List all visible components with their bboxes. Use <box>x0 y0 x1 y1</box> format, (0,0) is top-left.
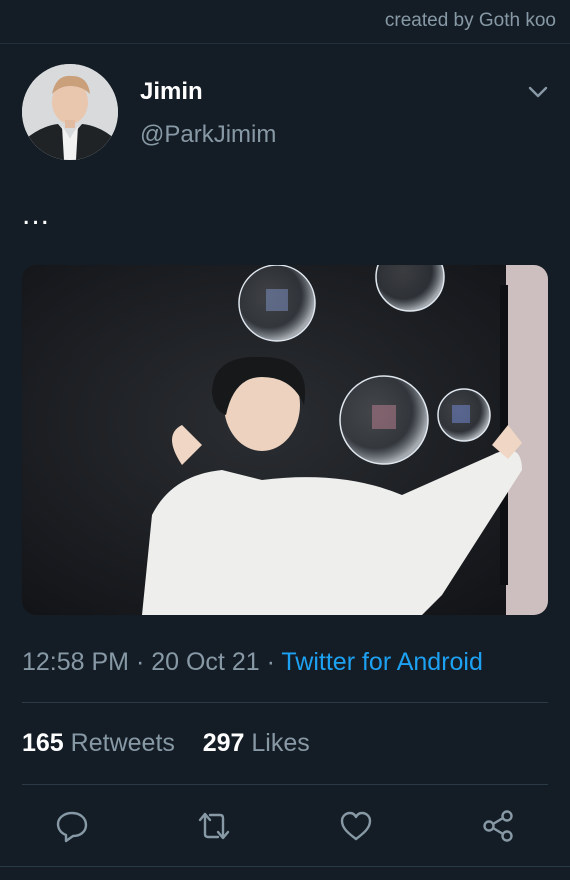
tweet-stats: 165 Retweets 297 Likes <box>22 729 310 758</box>
author-name[interactable]: Jimin <box>140 78 203 106</box>
tweet-photo[interactable] <box>22 265 548 615</box>
likes-stat[interactable]: 297 Likes <box>203 729 310 757</box>
divider <box>0 43 570 44</box>
photo-image <box>22 265 548 615</box>
likes-label: Likes <box>251 729 310 757</box>
divider <box>22 784 548 785</box>
watermark: created by Goth koo <box>384 10 556 31</box>
separator: · <box>129 648 152 676</box>
retweet-icon[interactable] <box>196 808 232 844</box>
divider <box>0 866 570 867</box>
tweet-date: 20 Oct 21 <box>151 648 260 676</box>
retweets-label: Retweets <box>70 729 175 757</box>
avatar-image <box>22 64 118 160</box>
share-icon[interactable] <box>480 808 516 844</box>
tweet-text: ... <box>22 198 51 231</box>
action-bar <box>0 800 570 850</box>
retweets-stat[interactable]: 165 Retweets <box>22 729 175 757</box>
divider <box>22 702 548 703</box>
likes-count: 297 <box>202 729 245 757</box>
tweet-time: 12:58 PM <box>22 648 130 676</box>
reply-icon[interactable] <box>54 808 90 844</box>
author-handle[interactable]: @ParkJimim <box>140 121 276 149</box>
separator: · <box>259 648 282 676</box>
heart-icon[interactable] <box>338 808 374 844</box>
tweet-source-link[interactable]: Twitter for Android <box>281 648 482 676</box>
avatar[interactable] <box>22 64 118 160</box>
tweet-meta: 12:58 PM · 20 Oct 21 · Twitter for Andro… <box>22 648 483 677</box>
retweets-count: 165 <box>22 729 64 757</box>
chevron-down-icon[interactable] <box>526 80 550 104</box>
